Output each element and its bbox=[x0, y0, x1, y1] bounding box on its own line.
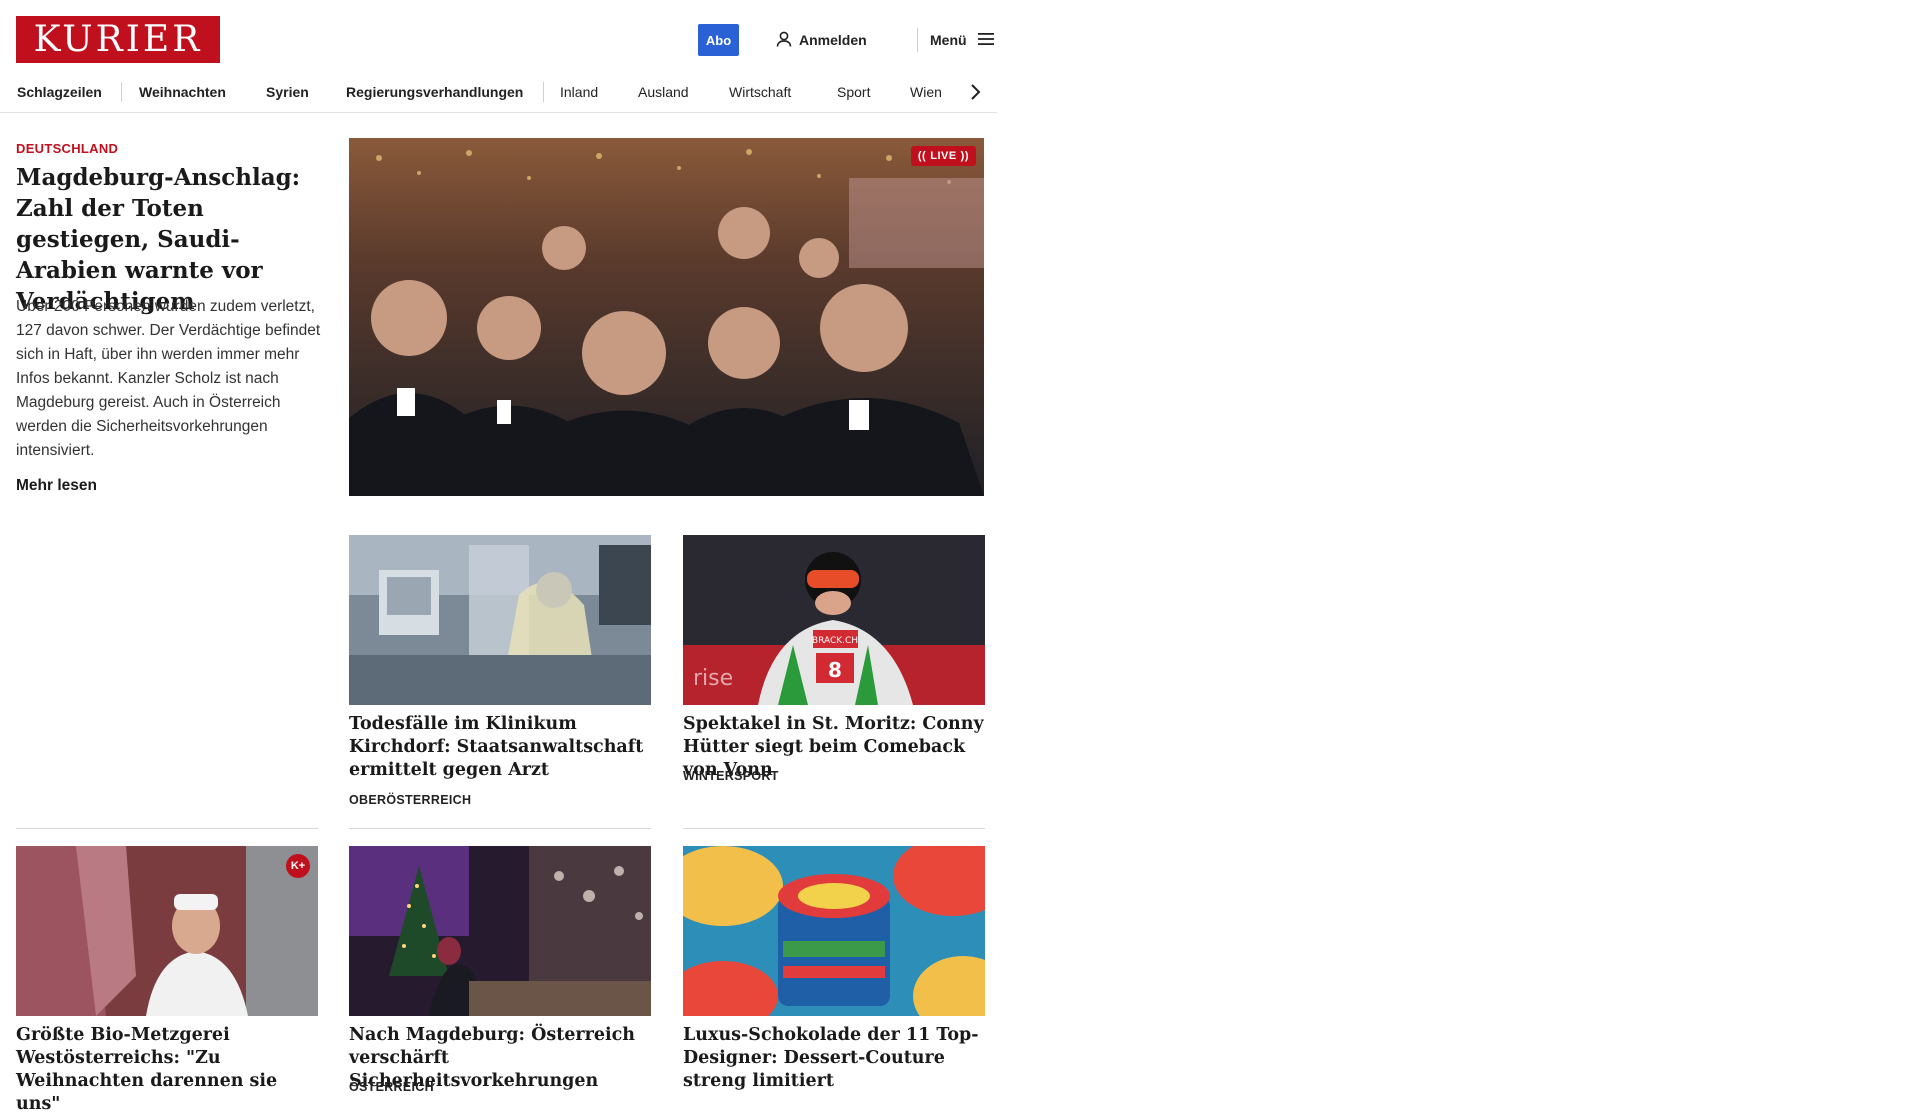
login-button[interactable]: Anmelden bbox=[775, 28, 867, 52]
column-divider bbox=[349, 828, 651, 829]
live-label: LIVE bbox=[930, 150, 957, 162]
lead-image[interactable]: (( LIVE )) bbox=[349, 138, 984, 496]
menu-label: Menü bbox=[930, 32, 967, 48]
nav-item-weihnachten[interactable]: Weihnachten bbox=[139, 80, 226, 104]
nav-divider bbox=[543, 82, 544, 102]
live-signal-icon: )) bbox=[960, 150, 969, 162]
header-divider bbox=[917, 28, 918, 52]
nav-item-regierungsverhandlungen[interactable]: Regierungsverhandlungen bbox=[346, 80, 523, 104]
live-signal-icon: (( bbox=[917, 150, 927, 162]
lead-photo bbox=[349, 138, 984, 496]
kurier-logo[interactable]: KURIER bbox=[16, 16, 220, 63]
card-image-st-moritz[interactable]: rise BRACK.CH 8 bbox=[683, 535, 985, 705]
hamburger-icon bbox=[977, 32, 995, 49]
lead-kicker[interactable]: DEUTSCHLAND bbox=[16, 141, 118, 156]
chevron-right-icon bbox=[971, 84, 981, 100]
card-headline-kirchdorf[interactable]: Todesfälle im Klinikum Kirchdorf: Staats… bbox=[349, 713, 651, 782]
svg-text:BRACK.CH: BRACK.CH bbox=[812, 636, 858, 646]
lead-headline[interactable]: Magdeburg-Anschlag: Zahl der Toten gesti… bbox=[16, 162, 316, 317]
read-more-link[interactable]: Mehr lesen bbox=[16, 477, 97, 495]
card-image-sicherheit[interactable] bbox=[349, 846, 651, 1016]
card-image-kirchdorf[interactable] bbox=[349, 535, 651, 705]
nav-item-schlagzeilen[interactable]: Schlagzeilen bbox=[17, 80, 102, 104]
nav-item-wirtschaft[interactable]: Wirtschaft bbox=[729, 80, 791, 104]
card-section-st-moritz[interactable]: WINTERSPORT bbox=[683, 769, 779, 783]
abo-button[interactable]: Abo bbox=[698, 24, 739, 56]
column-divider bbox=[683, 828, 985, 829]
card-image-schokolade[interactable] bbox=[683, 846, 985, 1016]
skier-photo: rise BRACK.CH 8 bbox=[683, 535, 985, 705]
hospital-photo bbox=[349, 535, 651, 705]
lead-teaser: Über 200 Personen wurden zudem verletzt,… bbox=[16, 298, 321, 459]
butcher-photo bbox=[16, 846, 318, 1016]
section-nav: Schlagzeilen Weihnachten Syrien Regierun… bbox=[0, 74, 997, 113]
nav-item-inland[interactable]: Inland bbox=[560, 80, 598, 104]
chocolate-box-photo bbox=[683, 846, 985, 1016]
svg-text:rise: rise bbox=[693, 666, 733, 691]
menu-button[interactable]: Menü bbox=[930, 28, 995, 52]
nav-item-sport[interactable]: Sport bbox=[837, 80, 870, 104]
card-headline-metzgerei[interactable]: Größte Bio-Metzgerei Westöster­reichs: "… bbox=[16, 1024, 318, 1116]
nav-divider bbox=[121, 82, 122, 102]
column-divider bbox=[16, 828, 318, 829]
live-badge: (( LIVE )) bbox=[910, 146, 976, 166]
nav-item-wien[interactable]: Wien bbox=[910, 80, 942, 104]
nav-item-syrien[interactable]: Syrien bbox=[266, 80, 309, 104]
card-headline-schokolade[interactable]: Luxus-Schokolade der 11 Top-Desi­gner: D… bbox=[683, 1024, 985, 1093]
premium-badge: K+ bbox=[286, 854, 310, 878]
user-icon bbox=[775, 30, 793, 51]
login-label: Anmelden bbox=[799, 32, 867, 48]
card-image-metzgerei[interactable]: K+ bbox=[16, 846, 318, 1016]
svg-text:8: 8 bbox=[828, 658, 842, 682]
christmas-market-photo bbox=[349, 846, 651, 1016]
card-section-kirchdorf[interactable]: OBERÖSTERREICH bbox=[349, 793, 471, 807]
nav-item-ausland[interactable]: Ausland bbox=[638, 80, 689, 104]
nav-next-button[interactable] bbox=[961, 78, 989, 106]
page: KURIER Abo Anmelden Menü Schlagzeilen We… bbox=[0, 0, 1000, 1114]
card-section-sicherheit[interactable]: ÖSTERREICH bbox=[349, 1080, 434, 1094]
